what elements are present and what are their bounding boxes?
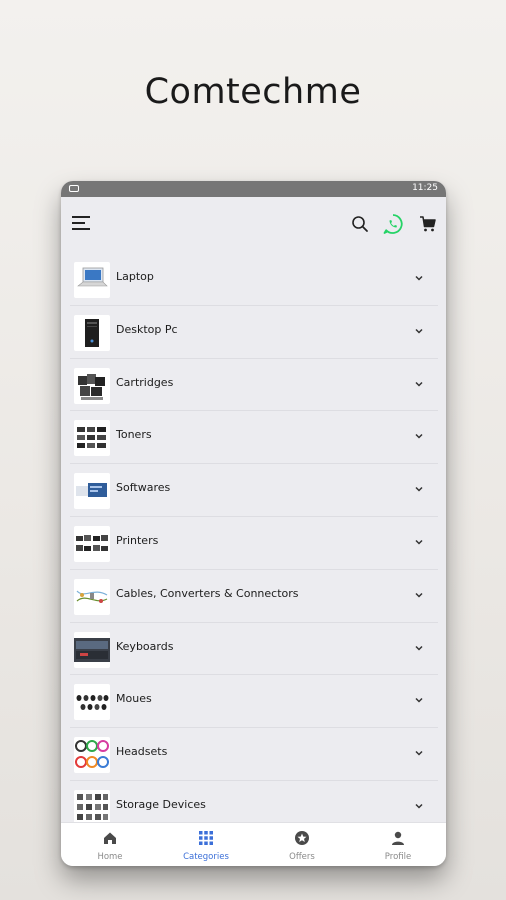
grid-icon xyxy=(199,831,213,845)
cables-thumbnail xyxy=(74,578,110,615)
chevron-down-icon[interactable] xyxy=(413,747,425,759)
headsets-thumbnail xyxy=(74,737,110,774)
phone-screen: 11:25 Laptop Desktop Pc Cartridges Toner… xyxy=(61,181,446,866)
nav-offers[interactable]: Offers xyxy=(254,823,350,866)
home-icon xyxy=(104,832,116,844)
category-label: Cartridges xyxy=(116,375,174,389)
softwares-thumbnail xyxy=(74,473,110,510)
nav-label: Offers xyxy=(289,852,315,862)
brand-title: Comtechme xyxy=(144,72,362,112)
nav-label: Profile xyxy=(384,852,412,862)
chevron-down-icon[interactable] xyxy=(413,272,425,284)
whatsapp-icon[interactable] xyxy=(382,213,404,235)
chevron-down-icon[interactable] xyxy=(413,483,425,495)
chevron-down-icon[interactable] xyxy=(413,325,425,337)
category-label: Headsets xyxy=(116,745,168,759)
star-icon xyxy=(295,831,309,845)
chevron-down-icon[interactable] xyxy=(413,642,425,654)
laptop-thumbnail xyxy=(74,262,110,298)
chevron-down-icon[interactable] xyxy=(413,378,425,390)
menu-icon[interactable] xyxy=(72,215,92,231)
nav-label: Home xyxy=(97,852,123,862)
category-label: Storage Devices xyxy=(116,797,206,811)
bottom-nav: Home Categories Offers Profile xyxy=(61,822,446,866)
category-label: Printers xyxy=(116,533,159,547)
mouse-thumbnail xyxy=(74,684,110,721)
category-row-cables[interactable]: Cables, Converters & Connectors xyxy=(70,570,438,623)
category-label: Moues xyxy=(116,692,152,706)
category-label: Cables, Converters & Connectors xyxy=(116,586,299,600)
category-row-mouse[interactable]: Moues xyxy=(70,675,438,729)
category-row-toners[interactable]: Toners xyxy=(70,411,438,465)
category-row-headsets[interactable]: Headsets xyxy=(70,728,438,781)
nav-label: Categories xyxy=(183,852,229,862)
person-icon xyxy=(392,831,404,845)
storage-devices-thumbnail xyxy=(74,789,110,826)
chevron-down-icon[interactable] xyxy=(413,589,425,601)
chevron-down-icon[interactable] xyxy=(413,430,425,442)
chevron-down-icon[interactable] xyxy=(413,536,425,548)
status-bar: 11:25 xyxy=(61,181,446,197)
cart-icon[interactable] xyxy=(419,215,437,233)
category-label: Softwares xyxy=(116,481,171,495)
category-label: Keyboards xyxy=(116,639,174,653)
notification-icon xyxy=(69,185,79,192)
category-row-keyboards[interactable]: Keyboards xyxy=(70,623,438,676)
category-row-printers[interactable]: Printers xyxy=(70,517,438,570)
desktop-pc-thumbnail xyxy=(74,314,110,351)
category-label: Laptop xyxy=(116,270,154,283)
search-icon[interactable] xyxy=(351,215,369,233)
category-row-cartridges[interactable]: Cartridges xyxy=(70,359,438,412)
printers-thumbnail xyxy=(74,525,110,562)
cartridges-thumbnail xyxy=(74,367,110,404)
nav-home[interactable]: Home xyxy=(62,823,158,866)
category-row-desktop-pc[interactable]: Desktop Pc xyxy=(70,306,438,359)
category-label: Desktop Pc xyxy=(116,322,178,336)
app-bar xyxy=(61,197,446,249)
category-label: Toners xyxy=(116,428,152,442)
chevron-down-icon[interactable] xyxy=(413,800,425,812)
status-time: 11:25 xyxy=(412,183,438,193)
category-row-softwares[interactable]: Softwares xyxy=(70,464,438,517)
toners-thumbnail xyxy=(74,420,110,457)
category-list: Laptop Desktop Pc Cartridges Toners Soft… xyxy=(70,253,438,834)
chevron-down-icon[interactable] xyxy=(413,694,425,706)
category-row-laptop[interactable]: Laptop xyxy=(70,253,438,306)
nav-categories[interactable]: Categories xyxy=(158,823,254,866)
nav-profile[interactable]: Profile xyxy=(350,823,446,866)
keyboards-thumbnail xyxy=(74,631,110,668)
